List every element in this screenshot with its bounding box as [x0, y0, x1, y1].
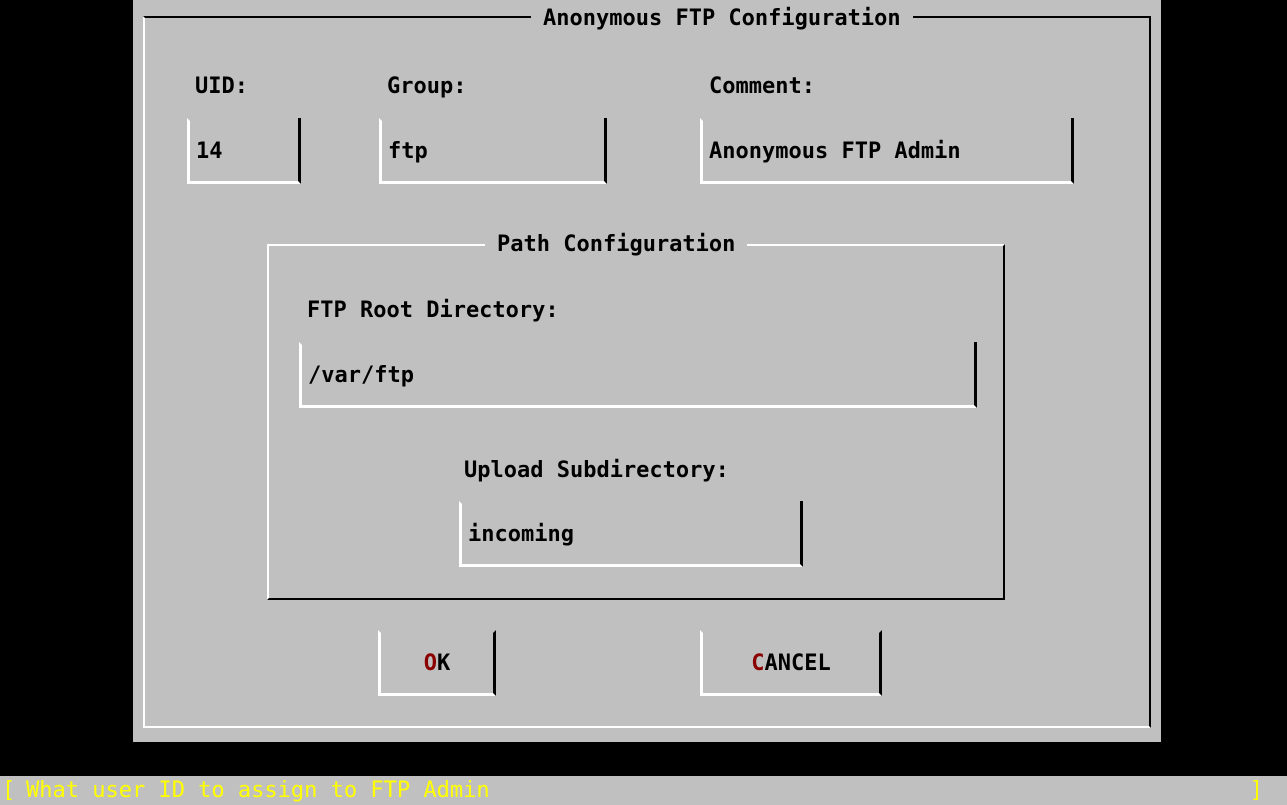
status-left-bracket: [ — [2, 778, 16, 803]
cancel-label-rest: ANCEL — [764, 650, 831, 676]
group-input[interactable]: ftp — [379, 118, 607, 184]
upload-dir-label: Upload Subdirectory: — [464, 458, 729, 483]
cancel-button[interactable]: C ANCEL — [700, 630, 882, 696]
status-bar: [ What user ID to assign to FTP Admin ] — [0, 776, 1287, 805]
ok-label-rest: K — [437, 650, 451, 676]
root-dir-value: /var/ftp — [308, 362, 414, 388]
ftp-config-dialog: Anonymous FTP Configuration UID: 14 Grou… — [133, 0, 1161, 742]
comment-label: Comment: — [709, 74, 815, 99]
status-right-bracket: ] — [1249, 778, 1263, 803]
root-dir-input[interactable]: /var/ftp — [299, 342, 977, 408]
uid-input[interactable]: 14 — [187, 118, 301, 184]
ok-hotkey: O — [423, 650, 437, 676]
path-config-title: Path Configuration — [485, 230, 748, 260]
group-label: Group: — [387, 74, 467, 99]
upload-dir-value: incoming — [468, 521, 574, 547]
dialog-title: Anonymous FTP Configuration — [531, 4, 913, 34]
cancel-hotkey: C — [751, 650, 765, 676]
ok-button[interactable]: OK — [378, 630, 496, 696]
status-help-text: What user ID to assign to FTP Admin — [26, 778, 490, 803]
group-value: ftp — [388, 138, 428, 164]
root-dir-label: FTP Root Directory: — [307, 298, 559, 323]
uid-value: 14 — [196, 138, 223, 164]
uid-label: UID: — [195, 74, 248, 99]
upload-dir-input[interactable]: incoming — [459, 501, 803, 567]
comment-value: Anonymous FTP Admin — [709, 138, 961, 164]
comment-input[interactable]: Anonymous FTP Admin — [700, 118, 1074, 184]
